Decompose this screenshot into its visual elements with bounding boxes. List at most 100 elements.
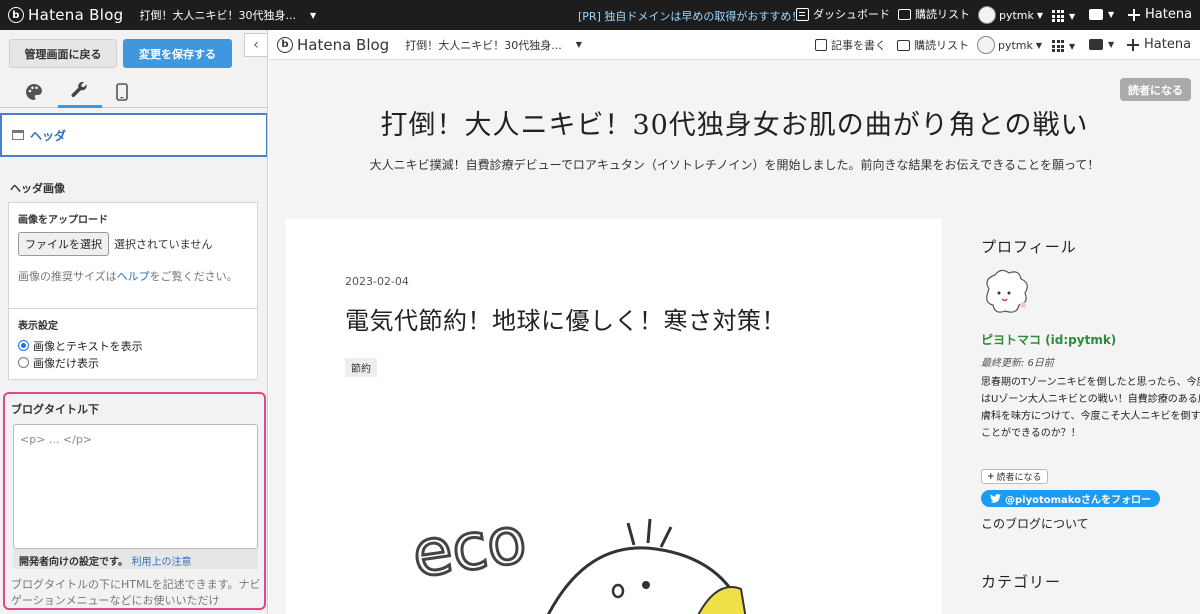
pr-banner[interactable]: [PR] 独自ドメインは早めの取得がおすすめ！: [578, 8, 802, 24]
section-title: ヘッダ: [30, 128, 67, 143]
pencil-icon: [815, 39, 827, 51]
file-status: 選択されていません: [114, 238, 213, 251]
palette-icon: [26, 84, 42, 100]
write-entry-link[interactable]: 記事を書く: [815, 37, 886, 53]
entry-title[interactable]: 電気代節約！地球に優しく！寒さ対策！: [345, 301, 786, 336]
hatena-label: Hatena: [1144, 37, 1192, 52]
panel-tabs: [0, 76, 267, 108]
blog-selector[interactable]: 打倒！大人ニキビ！30代独身... ▼: [405, 37, 582, 53]
twitter-follow-button[interactable]: @piyotomakoさんをフォロー: [981, 490, 1161, 507]
write-entry-label: 記事を書く: [831, 39, 886, 52]
hatena-blog-logo-icon: b: [8, 7, 24, 23]
pr-tag: [PR]: [578, 10, 601, 23]
entry-date[interactable]: 2023-02-04: [345, 275, 409, 288]
entry-card: 2023-02-04 電気代節約！地球に優しく！寒さ対策！ 節約 eco: [286, 219, 942, 614]
recommend-suffix: をご覧ください。: [149, 270, 238, 283]
developer-note: 開発者向けの設定です。 利用上の注意: [13, 549, 258, 569]
become-reader-button[interactable]: 読者になる: [1120, 78, 1191, 101]
save-changes-button[interactable]: 変更を保存する: [123, 39, 232, 68]
radio-selected[interactable]: [18, 340, 29, 351]
radio-unselected[interactable]: [18, 357, 29, 368]
blog-selector[interactable]: 打倒！大人ニキビ！30代独身... ▼: [140, 7, 317, 23]
under-title-section: ブログタイトル下 <p> ... </p> 開発者向けの設定です。 利用上の注意…: [3, 392, 266, 610]
back-to-admin-button[interactable]: 管理画面に戻る: [9, 39, 117, 68]
hatena-blog-logo[interactable]: b Hatena Blog: [8, 6, 124, 24]
subscriptions-label: 購読リスト: [915, 8, 970, 21]
hatena-icon: [1128, 8, 1140, 21]
chevron-down-icon: ▼: [1069, 41, 1076, 51]
category-module: カテゴリー: [961, 569, 1200, 614]
help-link[interactable]: ヘルプ: [117, 270, 150, 283]
apps-menu[interactable]: ▼: [1052, 40, 1075, 52]
header-section-icon: [12, 130, 24, 140]
subscriptions-link[interactable]: 購読リスト: [897, 37, 969, 53]
display-settings-label: 表示設定: [18, 321, 58, 332]
entry-category-tag[interactable]: 節約: [345, 358, 377, 377]
blog-title[interactable]: 打倒！大人ニキビ！30代独身女お肌の曲がり角との戦い: [269, 103, 1200, 142]
section-header-toggle[interactable]: ヘッダ: [0, 113, 267, 157]
user-name: pytmk: [999, 8, 1034, 22]
user-name: pytmk: [998, 38, 1033, 52]
notifications-menu[interactable]: ▼: [1089, 9, 1114, 20]
chevron-down-icon: ▼: [1035, 40, 1043, 50]
eco-handwritten-text: eco: [408, 503, 531, 592]
profile-heading: プロフィール: [981, 238, 1077, 256]
subscriptions-link[interactable]: 購読リスト: [898, 6, 970, 22]
blog-globalheader: b Hatena Blog 打倒！大人ニキビ！30代独身... ▼ 記事を書く …: [269, 30, 1200, 60]
collapse-panel-button[interactable]: ‹: [244, 33, 267, 57]
comment-icon: [1089, 9, 1103, 20]
design-panel: 管理画面に戻る 変更を保存する ‹ ヘッダ ヘッダ画像 画像をアップロード ファ…: [0, 30, 268, 614]
hatena-link[interactable]: Hatena: [1128, 7, 1192, 22]
hatena-icon: [1127, 38, 1139, 51]
hatena-blog-logo-icon: b: [277, 36, 293, 53]
avatar: [978, 6, 996, 24]
under-title-textarea[interactable]: <p> ... </p>: [13, 424, 258, 549]
chevron-down-icon: ▼: [310, 10, 317, 20]
brand-text: Hatena Blog: [28, 6, 124, 24]
brand-text: Hatena Blog: [297, 35, 390, 54]
apps-menu[interactable]: ▼: [1052, 10, 1075, 22]
sidebar-reader-label: 読者になる: [996, 473, 1042, 483]
tab-smartphone[interactable]: [100, 76, 144, 108]
tab-design[interactable]: [12, 76, 56, 108]
profile-avatar[interactable]: [979, 269, 1033, 321]
chevron-down-icon: ▼: [1108, 10, 1115, 19]
user-menu[interactable]: pytmk ▼: [978, 6, 1043, 24]
hatena-blog-logo[interactable]: b Hatena Blog: [277, 36, 389, 54]
category-heading: カテゴリー: [981, 573, 1062, 591]
developer-note-text: 開発者向けの設定です。: [19, 557, 128, 568]
comment-icon: [1089, 39, 1103, 50]
sidebar-reader-button[interactable]: + 読者になる: [981, 469, 1048, 484]
chevron-down-icon: ▼: [1108, 40, 1115, 49]
hatena-label: Hatena: [1145, 7, 1193, 22]
upload-label: 画像をアップロード: [18, 215, 108, 226]
option-image-and-text-label: 画像とテキストを表示: [33, 339, 143, 353]
about-blog-link[interactable]: このブログについて: [981, 515, 1089, 532]
avatar: [977, 36, 995, 54]
user-menu[interactable]: pytmk ▼: [977, 36, 1042, 54]
notifications-menu[interactable]: ▼: [1089, 39, 1114, 50]
profile-bio: 思春期のTゾーンニキビを倒したと思ったら、今度はUゾーン大人ニキビとの戦い！自費…: [981, 377, 1200, 439]
blog-preview: b Hatena Blog 打倒！大人ニキビ！30代独身... ▼ 記事を書く …: [269, 30, 1200, 614]
dashboard-link[interactable]: ダッシュボード: [796, 6, 890, 22]
pr-text: 独自ドメインは早めの取得がおすすめ！: [604, 10, 803, 23]
grid-icon: [1052, 40, 1064, 52]
grid-icon: [1052, 10, 1064, 22]
hatena-link[interactable]: Hatena: [1127, 37, 1191, 52]
file-select-button[interactable]: ファイルを選択: [18, 232, 109, 256]
profile-name-link[interactable]: ピヨトマコ (id:pytmk): [981, 331, 1116, 348]
profile-module: プロフィール ピヨトマコ (id:pytmk) 最終更新: 6日前 思春期のTゾ…: [961, 219, 1200, 549]
twitter-follow-label: @piyotomakoさんをフォロー: [1005, 495, 1152, 506]
usage-notes-link[interactable]: 利用上の注意: [131, 557, 191, 568]
tab-customize[interactable]: [58, 76, 102, 108]
display-settings-card: 表示設定 画像とテキストを表示 画像だけ表示: [8, 309, 258, 380]
option-image-and-text[interactable]: 画像とテキストを表示: [18, 337, 143, 354]
chevron-down-icon: ▼: [1036, 10, 1044, 20]
blog-description: 大人ニキビ撲滅！自費診療デビューでロアキュタン（イソトレチノイン）を開始しました…: [369, 158, 1100, 172]
dashboard-label: ダッシュボード: [813, 8, 890, 21]
dashboard-icon: [796, 7, 809, 21]
option-image-only[interactable]: 画像だけ表示: [18, 354, 99, 371]
chevron-down-icon: ▼: [575, 40, 582, 49]
chevron-left-icon: ‹: [253, 37, 259, 53]
under-title-description: ブログタイトルの下にHTMLを記述できます。ナビゲーションメニューなどにお使いい…: [11, 578, 261, 607]
